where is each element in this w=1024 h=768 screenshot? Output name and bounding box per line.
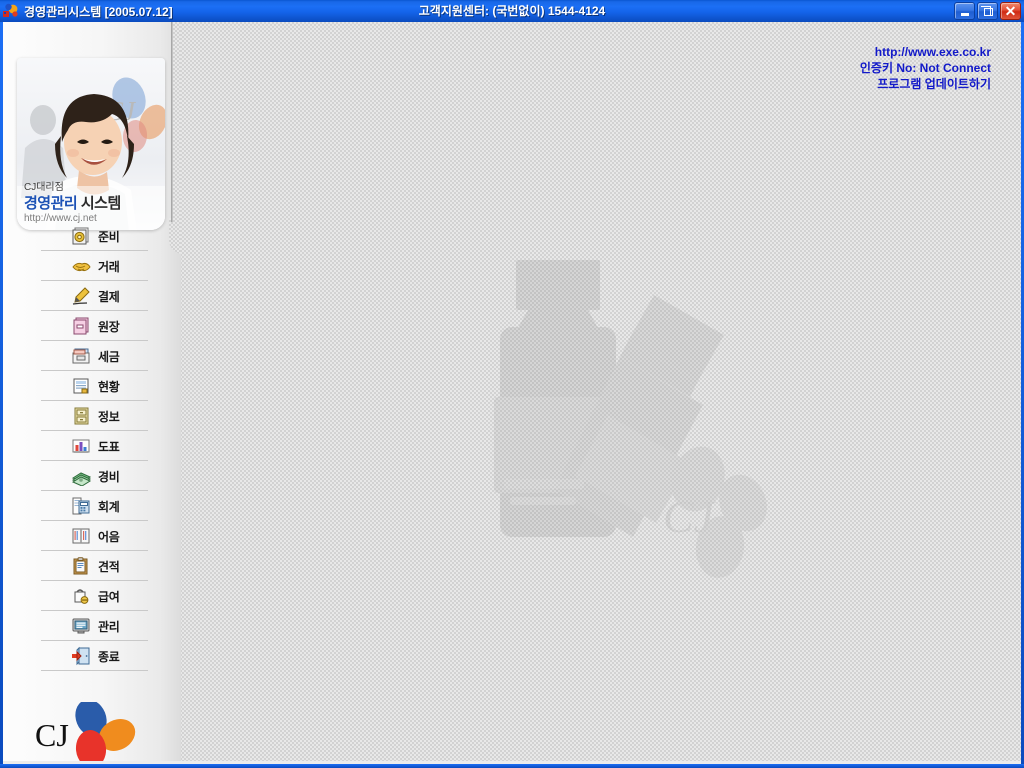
open-book-icon [71,526,91,546]
sidebar-notch [173,22,181,222]
app-icon [2,3,20,19]
menu-item-accounting[interactable]: 회계 [3,491,173,521]
sidebar: CJ대리점 경영관리 시스템 http://www.cj.net 준비 거래 결… [3,22,181,764]
menu-item-status[interactable]: 현황 [3,371,173,401]
menu-label: 정보 [98,409,120,424]
menu-label: 준비 [98,229,120,244]
window-title: 경영관리시스템 [2005.07.12] [24,4,173,19]
cj-logo: CJ [33,699,143,764]
status-bar [3,761,1021,764]
monitor-manage-icon [71,616,91,636]
menu-label: 급여 [98,589,120,604]
main-menu: 준비 거래 결제 원장 세금 현황 정보 도표 경비 회계 어음 견적 급여 관… [3,221,173,671]
menu-label: 어음 [98,529,120,544]
link-block: http://www.exe.co.kr 인증키 No: Not Connect… [860,44,991,92]
ledger-books-icon [71,316,91,336]
close-icon: ✕ [1004,3,1017,19]
restore-button[interactable] [977,2,998,20]
menu-item-payment[interactable]: 결제 [3,281,173,311]
close-button[interactable]: ✕ [1000,2,1021,20]
menu-item-transaction[interactable]: 거래 [3,251,173,281]
banner-text: CJ대리점 경영관리 시스템 http://www.cj.net [24,183,121,224]
menu-label: 결제 [98,289,120,304]
menu-label: 도표 [98,439,120,454]
menu-item-info[interactable]: 정보 [3,401,173,431]
menu-label: 종료 [98,649,120,664]
menu-label: 관리 [98,619,120,634]
menu-item-exit[interactable]: 종료 [3,641,173,671]
clipboard-quote-icon [71,556,91,576]
banner-title-secondary: 시스템 [77,194,121,212]
restore-icon [981,5,993,16]
prepare-icon [71,226,91,246]
bar-chart-icon [71,436,91,456]
money-stack-icon [71,466,92,487]
window-controls: ✕ [954,2,1021,20]
tax-filebox-icon [71,346,91,366]
menu-label: 견적 [98,559,120,574]
work-surface [178,22,1021,764]
menu-item-chart[interactable]: 도표 [3,431,173,461]
menu-label: 세금 [98,349,120,364]
banner-url: http://www.cj.net [24,212,97,224]
exe-homepage-link[interactable]: http://www.exe.co.kr [860,44,991,60]
menu-label: 현황 [98,379,120,394]
accounting-calculator-icon [71,496,91,516]
menu-item-ledger[interactable]: 원장 [3,311,173,341]
program-update-link[interactable]: 프로그램 업데이트하기 [860,76,991,92]
handshake-icon [71,256,91,276]
application-window: 경영관리시스템 [2005.07.12] 고객지원센터: (국번없이) 1544… [0,0,1024,768]
client-area: CJ http://www.exe.co.kr 인증키 No: Not Conn… [3,22,1021,764]
brand-banner[interactable]: CJ대리점 경영관리 시스템 http://www.cj.net [17,58,165,230]
banner-title-primary: 경영관리 [24,194,78,212]
banner-title: 경영관리 시스템 [24,194,121,212]
menu-item-bill[interactable]: 어음 [3,521,173,551]
pen-signature-icon [71,286,91,306]
title-bar[interactable]: 경영관리시스템 [2005.07.12] 고객지원센터: (국번없이) 1544… [0,0,1024,22]
menu-label: 거래 [98,259,120,274]
minimize-button[interactable] [954,2,975,20]
menu-item-tax[interactable]: 세금 [3,341,173,371]
sidebar-notch-edge [171,22,173,222]
menu-label: 원장 [98,319,120,334]
menu-label: 회계 [98,499,120,514]
minimize-icon [960,13,969,16]
window-frame-bottom [0,764,1024,768]
menu-item-manage[interactable]: 관리 [3,611,173,641]
menu-label: 경비 [98,469,120,484]
payroll-icon [71,586,91,606]
menu-item-expense[interactable]: 경비 [3,461,173,491]
menu-item-prepare[interactable]: 준비 [3,221,173,251]
banner-subtitle: CJ대리점 [24,182,64,194]
svg-text:CJ: CJ [35,717,69,753]
menu-item-payroll[interactable]: 급여 [3,581,173,611]
menu-item-quote[interactable]: 견적 [3,551,173,581]
auth-key-status-link[interactable]: 인증키 No: Not Connect [860,60,991,76]
status-report-icon [71,376,91,396]
info-cabinet-icon [71,406,91,426]
exit-door-icon [71,646,91,666]
